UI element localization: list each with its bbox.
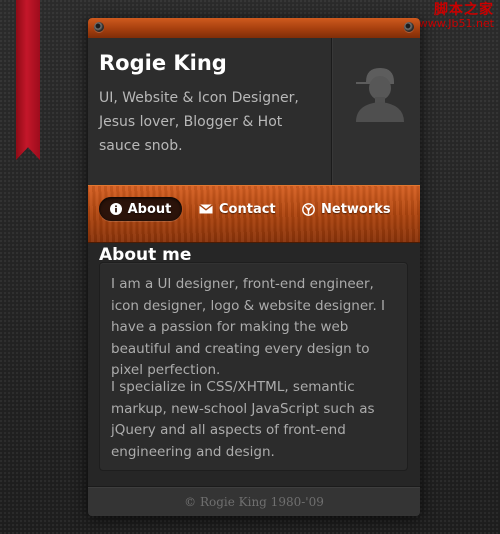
screw-icon	[94, 22, 104, 32]
nav-about-label: About	[127, 201, 172, 217]
watermark-title: 脚本之家	[434, 2, 494, 18]
info-icon	[109, 203, 122, 215]
about-paragraph: I specialize in CSS/XHTML, semantic mark…	[111, 379, 375, 460]
site-watermark: 脚本之家 www.Jb51.net	[419, 3, 494, 29]
profile-bio: UI, Website & Icon Designer, Jesus lover…	[99, 90, 299, 154]
nav-contact-button[interactable]: Contact	[199, 197, 276, 221]
about-content-box: I am a UI designer, front-end engineer, …	[99, 262, 408, 471]
watermark-url: www.Jb51.net	[418, 16, 494, 30]
screw-icon	[404, 22, 414, 32]
nav-about-button[interactable]: About	[99, 197, 182, 221]
bookmark-ribbon	[16, 0, 40, 160]
profile-name: Rogie King	[99, 51, 227, 75]
footer-copyright: © Rogie King 1980-'09	[88, 486, 420, 516]
card-top-bar	[88, 18, 420, 38]
main-nav: About Contact Networks	[88, 185, 420, 243]
user-silhouette-icon	[356, 68, 404, 122]
profile-card: Rogie King UI, Website & Icon Designer, …	[88, 18, 420, 516]
globe-icon	[302, 202, 315, 216]
nav-networks-button[interactable]: Networks	[302, 197, 391, 221]
nav-networks-label: Networks	[321, 201, 391, 217]
avatar	[331, 38, 420, 185]
about-paragraph: I am a UI designer, front-end engineer, …	[111, 276, 386, 378]
envelope-icon	[199, 204, 213, 214]
nav-contact-label: Contact	[219, 201, 276, 217]
